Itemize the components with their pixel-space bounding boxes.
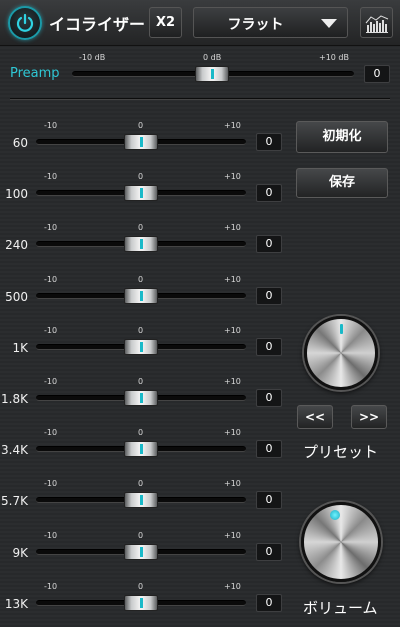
divider <box>10 98 390 100</box>
volume-knob-body <box>301 502 381 582</box>
band-tick-min: -10 <box>44 582 58 591</box>
app-title: イコライザー <box>49 15 146 34</box>
band-tick-max: +10 <box>224 428 241 437</box>
top-bar: イコライザー X2 フラット <box>0 0 400 46</box>
band-tick-max: +10 <box>224 377 241 386</box>
band-tick-min: -10 <box>44 172 58 181</box>
band-tick-mid: 0 <box>138 582 144 591</box>
band-slider-thumb[interactable] <box>124 544 158 560</box>
power-button[interactable] <box>8 6 42 40</box>
band-tick-min: -10 <box>44 275 58 284</box>
band-label: 60 <box>12 136 28 150</box>
band-slider-thumb[interactable] <box>124 492 158 508</box>
next-preset-button[interactable]: >> <box>351 405 387 429</box>
band-value: 0 <box>256 184 282 202</box>
band-tick-max: +10 <box>224 172 241 181</box>
band-tick-max: +10 <box>224 326 241 335</box>
prev-preset-button[interactable]: << <box>297 405 333 429</box>
band-value: 0 <box>256 133 282 151</box>
band-slider-thumb[interactable] <box>124 134 158 150</box>
band-tick-min: -10 <box>44 479 58 488</box>
band-label: 500 <box>5 290 28 304</box>
band-value: 0 <box>256 491 282 509</box>
band-tick-min: -10 <box>44 326 58 335</box>
preamp-tick-min: -10 dB <box>79 53 106 62</box>
band-value: 0 <box>256 440 282 458</box>
band-tick-max: +10 <box>224 275 241 284</box>
band-tick-mid: 0 <box>138 172 144 181</box>
band-tick-mid: 0 <box>138 223 144 232</box>
band-value: 0 <box>256 389 282 407</box>
volume-knob-label: ボリューム <box>303 599 378 617</box>
band-tick-max: +10 <box>224 582 241 591</box>
band-tick-min: -10 <box>44 121 58 130</box>
band-tick-min: -10 <box>44 531 58 540</box>
band-slider-thumb[interactable] <box>124 441 158 457</box>
band-label: 3.4K <box>1 443 28 457</box>
band-label: 5.7K <box>1 494 28 508</box>
preset-knob-indicator <box>340 324 343 334</box>
band-tick-mid: 0 <box>138 326 144 335</box>
band-tick-min: -10 <box>44 377 58 386</box>
band-value: 0 <box>256 338 282 356</box>
band-value: 0 <box>256 235 282 253</box>
volume-knob-indicator <box>330 510 340 520</box>
band-value: 0 <box>256 594 282 612</box>
band-slider-thumb[interactable] <box>124 185 158 201</box>
x2-button[interactable]: X2 <box>149 7 182 38</box>
power-icon <box>16 13 34 32</box>
reset-button[interactable]: 初期化 <box>296 121 388 153</box>
band-tick-max: +10 <box>224 121 241 130</box>
band-slider-thumb[interactable] <box>124 339 158 355</box>
band-label: 1.8K <box>1 392 28 406</box>
band-tick-min: -10 <box>44 428 58 437</box>
band-tick-mid: 0 <box>138 275 144 284</box>
band-tick-mid: 0 <box>138 121 144 130</box>
band-label: 1K <box>12 341 28 355</box>
band-label: 13K <box>4 597 28 611</box>
band-tick-max: +10 <box>224 479 241 488</box>
visualizer-button[interactable] <box>360 7 393 38</box>
band-slider-thumb[interactable] <box>124 595 158 611</box>
band-tick-mid: 0 <box>138 531 144 540</box>
band-slider-thumb[interactable] <box>124 390 158 406</box>
band-value: 0 <box>256 287 282 305</box>
save-button[interactable]: 保存 <box>296 168 388 198</box>
band-label: 100 <box>5 187 28 201</box>
preset-dropdown[interactable]: フラット <box>193 7 348 38</box>
preamp-slider-thumb[interactable] <box>195 66 229 82</box>
band-value: 0 <box>256 543 282 561</box>
band-tick-mid: 0 <box>138 428 144 437</box>
band-tick-mid: 0 <box>138 479 144 488</box>
chevron-down-icon <box>321 19 337 28</box>
band-label: 9K <box>12 546 28 560</box>
preamp-tick-mid: 0 dB <box>203 53 222 62</box>
volume-knob[interactable] <box>296 498 388 590</box>
band-slider-thumb[interactable] <box>124 288 158 304</box>
preamp-value: 0 <box>364 65 390 83</box>
band-label: 240 <box>5 238 28 252</box>
band-slider-thumb[interactable] <box>124 236 158 252</box>
band-tick-min: -10 <box>44 223 58 232</box>
preamp-label: Preamp <box>10 66 60 81</box>
equalizer-bars-icon <box>365 15 389 33</box>
band-tick-max: +10 <box>224 531 241 540</box>
preset-knob-label: プリセット <box>303 443 379 461</box>
band-tick-max: +10 <box>224 223 241 232</box>
preset-knob[interactable] <box>300 312 384 396</box>
preamp-tick-max: +10 dB <box>319 53 349 62</box>
preset-dropdown-value: フラット <box>227 17 284 33</box>
band-tick-mid: 0 <box>138 377 144 386</box>
